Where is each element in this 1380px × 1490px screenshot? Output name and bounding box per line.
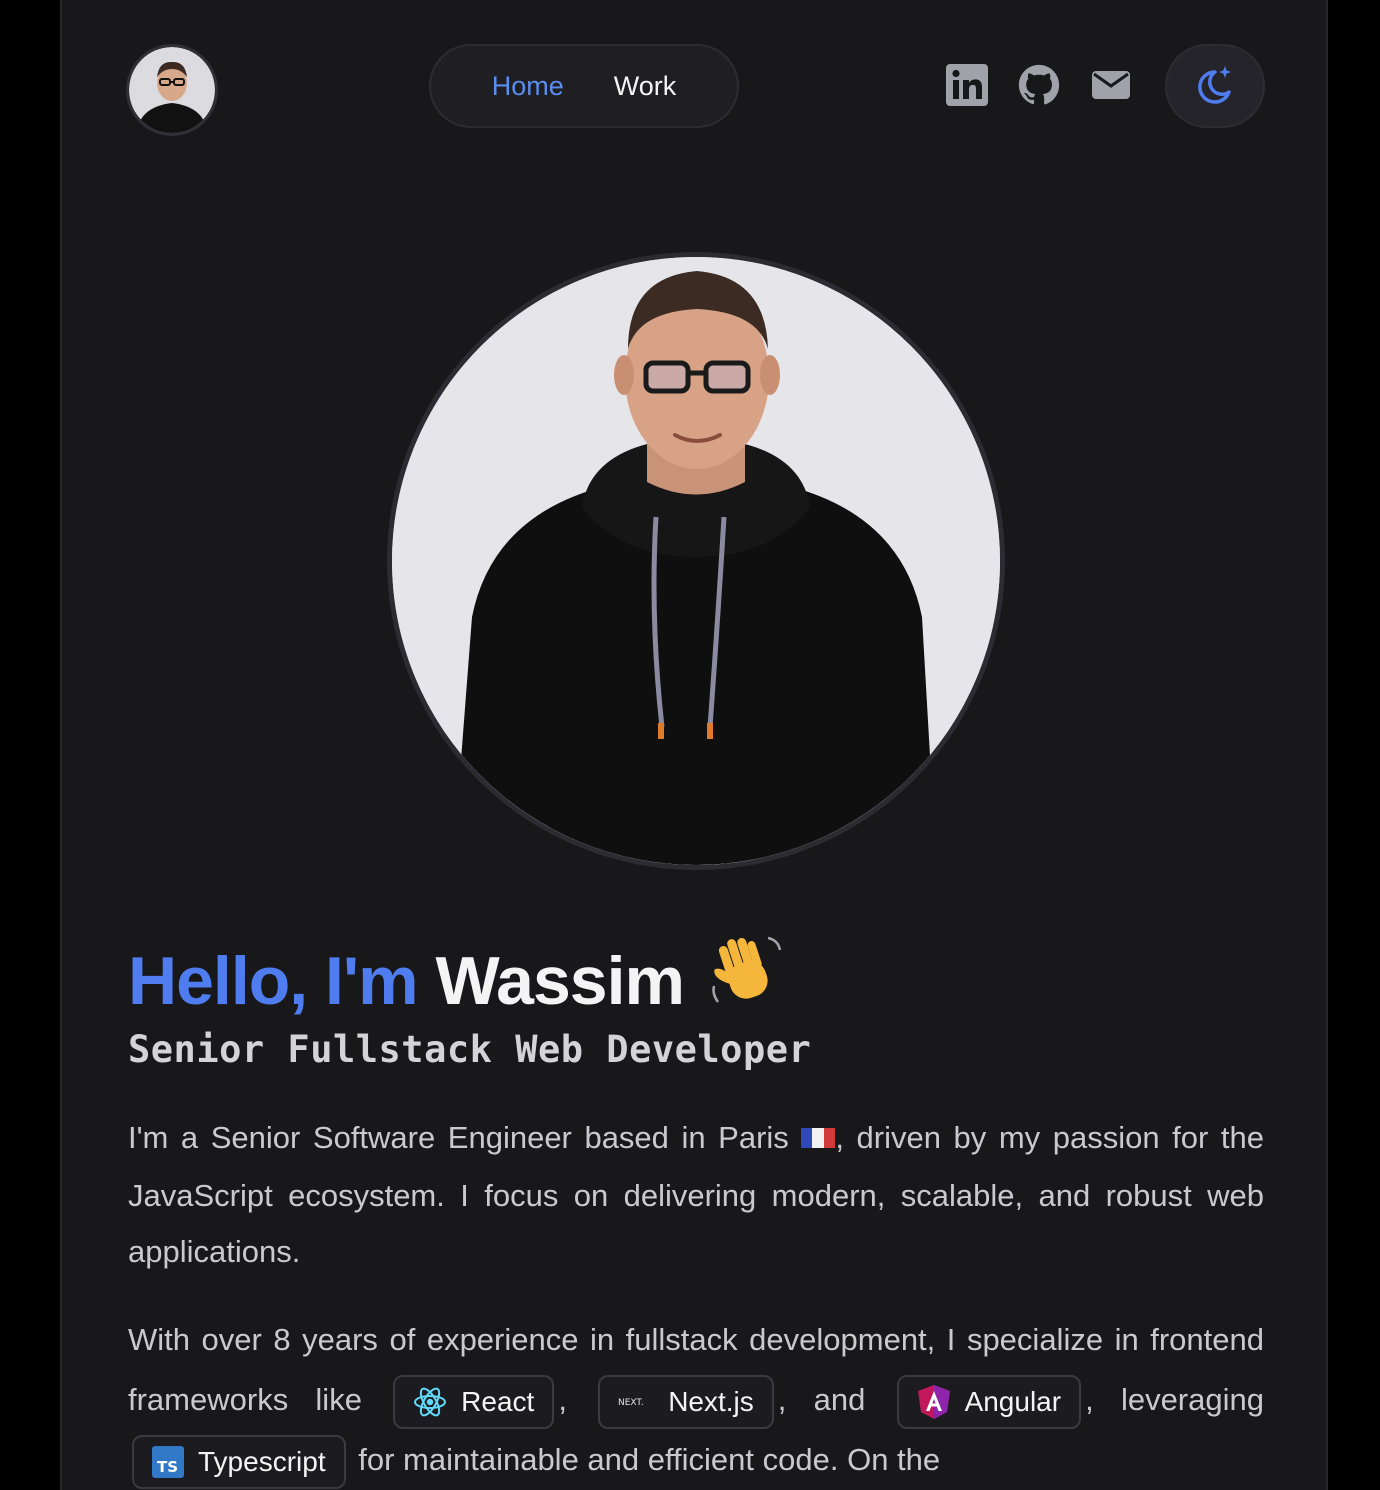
separator-1: , — [558, 1382, 567, 1417]
typescript-label: Typescript — [198, 1445, 326, 1477]
moon-sparkle-icon — [1198, 66, 1231, 104]
angular-chip: Angular — [896, 1374, 1082, 1429]
nextjs-label: Next.js — [668, 1385, 754, 1417]
typescript-chip: TS Typescript — [132, 1434, 346, 1489]
page: Home Work Hello, I'm Wassim Senior Fulls… — [60, 0, 1328, 1490]
react-icon — [414, 1387, 447, 1417]
theme-toggle-button[interactable] — [1165, 44, 1265, 128]
svg-text:TS: TS — [157, 1458, 178, 1476]
job-title: Senior Fullstack Web Developer — [128, 1028, 812, 1071]
greeting-text: Hello, I'm — [128, 943, 419, 1019]
angular-icon — [917, 1384, 950, 1419]
intro-text-1: I'm a Senior Software Engineer based in … — [128, 1120, 789, 1155]
hero-heading: Hello, I'm Wassim — [128, 932, 784, 1028]
nav-home[interactable]: Home — [492, 71, 564, 102]
nextjs-icon: NEXT. — [618, 1398, 644, 1408]
linkedin-icon[interactable] — [946, 62, 988, 108]
avatar-portrait — [129, 47, 215, 133]
profile-photo — [387, 252, 1005, 870]
nav-work[interactable]: Work — [614, 71, 677, 102]
social-links — [946, 62, 1132, 108]
mail-icon[interactable] — [1090, 62, 1132, 108]
experience-text-3: for maintainable and efficient code. On … — [358, 1442, 941, 1477]
separator-2: , and — [777, 1382, 866, 1417]
name-text: Wassim — [435, 943, 684, 1019]
france-flag-icon — [801, 1112, 836, 1168]
nextjs-chip: NEXT. Next.js — [598, 1374, 774, 1429]
waving-hand-icon — [708, 932, 784, 1028]
svg-text:NEXT.: NEXT. — [618, 1398, 644, 1408]
experience-paragraph: With over 8 years of experience in fulls… — [128, 1310, 1264, 1490]
avatar[interactable] — [126, 44, 218, 136]
separator-3: , — [1085, 1382, 1094, 1417]
react-chip: React — [393, 1374, 555, 1429]
github-icon[interactable] — [1018, 62, 1060, 108]
intro-paragraph: I'm a Senior Software Engineer based in … — [128, 1110, 1264, 1280]
experience-text-2: leveraging — [1120, 1382, 1264, 1417]
typescript-icon: TS — [152, 1445, 184, 1478]
main-nav: Home Work — [429, 44, 739, 128]
angular-label: Angular — [964, 1385, 1062, 1417]
react-label: React — [461, 1385, 535, 1417]
